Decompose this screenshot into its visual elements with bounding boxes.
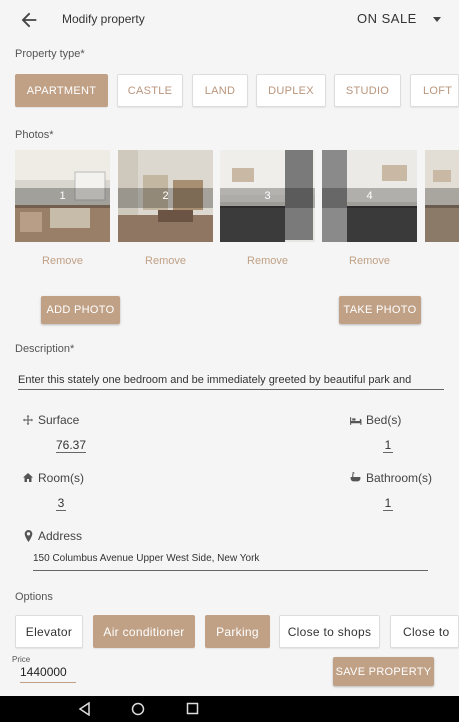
- type-chip-loft[interactable]: LOFT: [410, 74, 459, 107]
- option-chip-elevator[interactable]: Elevator: [15, 615, 83, 648]
- photo-thumbnail[interactable]: 4: [322, 150, 417, 242]
- remove-photo-link[interactable]: Remove: [322, 255, 417, 267]
- property-type-label: Property type*: [15, 48, 85, 60]
- photo-thumbnail[interactable]: [425, 150, 459, 242]
- price-input[interactable]: 1440000: [20, 663, 76, 683]
- photo-thumbnail[interactable]: 3: [220, 150, 315, 242]
- description-input[interactable]: Enter this stately one bedroom and be im…: [18, 370, 444, 390]
- status-select[interactable]: ON SALE: [357, 11, 417, 26]
- page-title: Modify property: [62, 12, 145, 26]
- type-chip-studio[interactable]: STUDIO: [334, 74, 401, 107]
- type-chip-land[interactable]: LAND: [192, 74, 248, 107]
- nav-back-icon[interactable]: [78, 702, 91, 716]
- option-chip-close-to[interactable]: Close to: [390, 615, 459, 648]
- app-header: Modify property ON SALE: [0, 0, 459, 40]
- nav-recents-icon[interactable]: [186, 702, 199, 715]
- bathroom-icon: [350, 472, 361, 482]
- dropdown-icon[interactable]: [433, 17, 441, 22]
- surface-icon: [23, 415, 33, 425]
- option-chip-close-to-shops[interactable]: Close to shops: [279, 615, 380, 648]
- bathrooms-input[interactable]: 1: [383, 496, 393, 511]
- description-label: Description*: [15, 343, 75, 355]
- photo-number: 1: [59, 190, 66, 202]
- bathrooms-label: Bathroom(s): [366, 471, 433, 485]
- surface-input[interactable]: 76.37: [56, 438, 86, 453]
- location-pin-icon: [24, 530, 33, 542]
- rooms-label: Room(s): [38, 471, 85, 485]
- remove-photo-link[interactable]: Remove: [118, 255, 213, 267]
- nav-home-icon[interactable]: [131, 702, 145, 716]
- address-input[interactable]: 150 Columbus Avenue Upper West Side, New…: [33, 553, 428, 571]
- type-chip-apartment[interactable]: APARTMENT: [15, 74, 108, 107]
- photo-thumbnail[interactable]: 2: [118, 150, 213, 242]
- type-chip-castle[interactable]: CASTLE: [117, 74, 183, 107]
- add-photo-button[interactable]: ADD PHOTO: [41, 296, 120, 324]
- surface-label: Surface: [38, 413, 80, 427]
- option-chip-air-conditioner[interactable]: Air conditioner: [93, 615, 195, 648]
- photo-number: 4: [366, 190, 373, 202]
- type-chip-duplex[interactable]: DUPLEX: [256, 74, 326, 107]
- back-arrow-icon[interactable]: [18, 9, 40, 31]
- photo-number-band: [425, 188, 459, 208]
- rooms-input[interactable]: 3: [56, 496, 66, 511]
- beds-label: Bed(s): [366, 413, 402, 427]
- beds-input[interactable]: 1: [383, 438, 393, 453]
- take-photo-button[interactable]: TAKE PHOTO: [339, 296, 421, 324]
- save-property-button[interactable]: SAVE PROPERTY: [333, 657, 434, 686]
- photos-label: Photos*: [15, 129, 54, 141]
- bed-icon: [350, 417, 362, 425]
- photo-number: 3: [264, 190, 271, 202]
- options-label: Options: [15, 591, 53, 603]
- photo-thumbnail[interactable]: 1: [15, 150, 110, 242]
- option-chip-parking[interactable]: Parking: [205, 615, 270, 648]
- system-navigation-bar: [0, 696, 459, 722]
- remove-photo-link[interactable]: Remove: [220, 255, 315, 267]
- photo-number: 2: [162, 190, 169, 202]
- address-label: Address: [38, 529, 83, 543]
- home-icon: [23, 473, 33, 482]
- remove-photo-link[interactable]: Remove: [15, 255, 110, 267]
